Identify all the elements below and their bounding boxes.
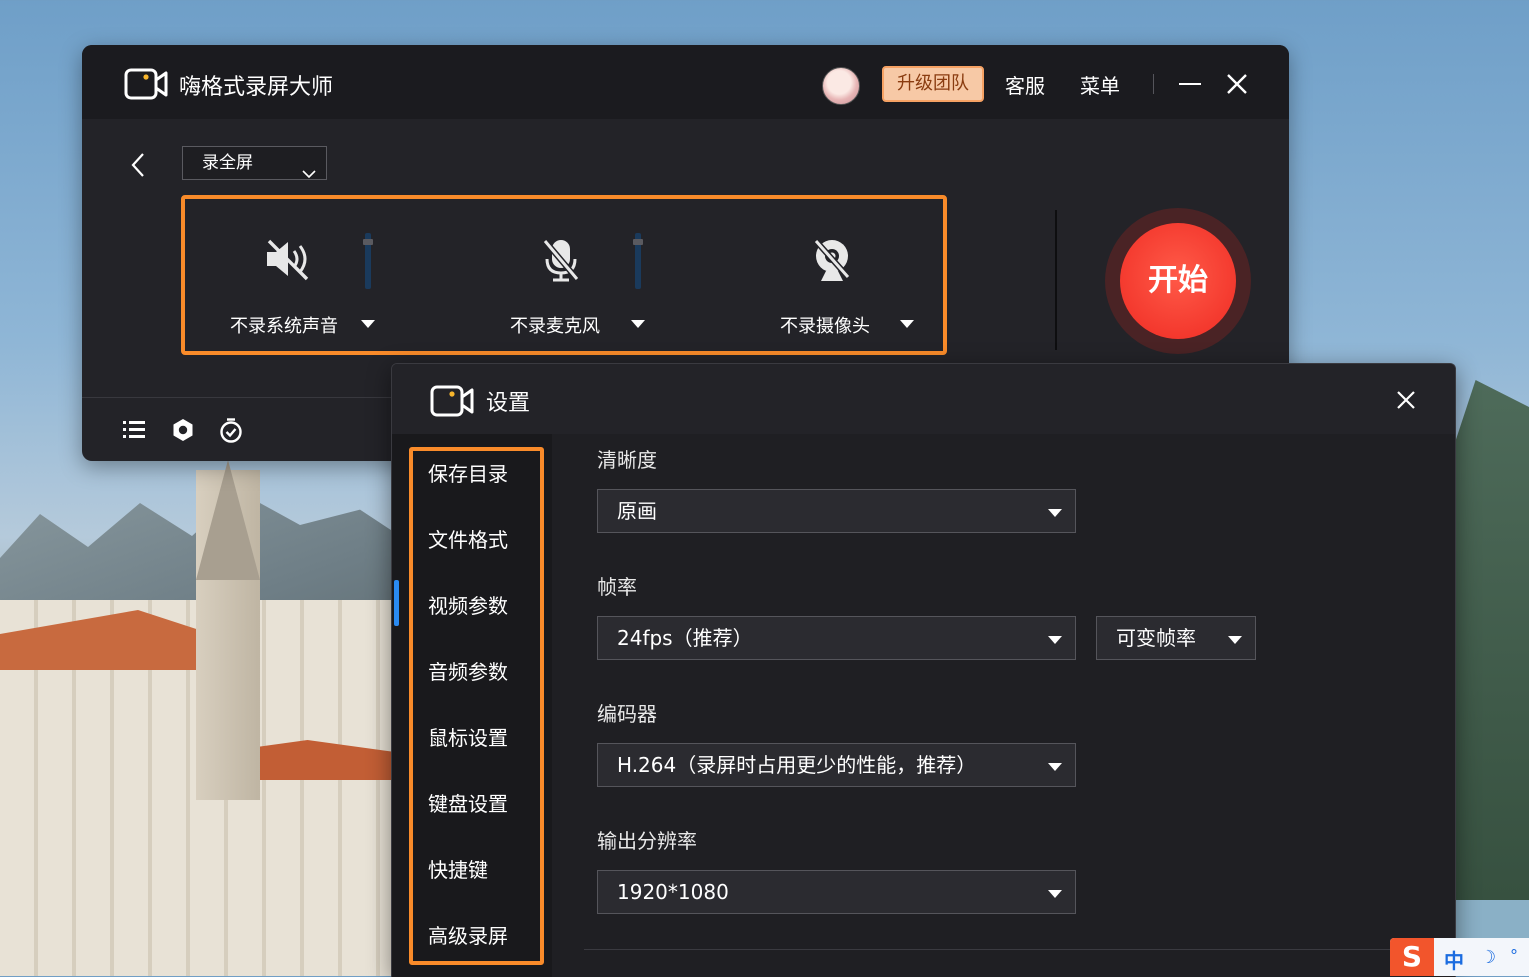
sogou-logo-icon: S — [1390, 938, 1434, 976]
encoder-value: H.264（录屏时占用更少的性能，推荐） — [617, 753, 977, 777]
titlebar-divider — [1153, 74, 1154, 94]
video-camera-logo-icon — [430, 384, 474, 422]
encoder-label: 编码器 — [597, 702, 657, 726]
framerate-value: 24fps（推荐） — [617, 626, 753, 650]
app-title: 嗨格式录屏大师 — [179, 75, 334, 100]
camera-control[interactable]: 不录摄像头 — [755, 199, 945, 351]
timer-icon[interactable] — [219, 418, 243, 448]
clarity-value: 原画 — [617, 499, 657, 523]
settings-header: 设置 — [392, 364, 1455, 434]
caret-down-icon — [1048, 763, 1062, 771]
framerate-mode-value: 可变帧率 — [1116, 626, 1196, 650]
minimize-icon[interactable] — [1179, 83, 1201, 85]
list-icon[interactable] — [122, 418, 146, 444]
moon-icon[interactable]: ☽ — [1480, 947, 1496, 968]
capture-source-controls: 不录系统声音 不录麦克风 不录摄像头 — [181, 195, 947, 355]
framerate-select[interactable]: 24fps（推荐） — [597, 616, 1076, 660]
clarity-label: 清晰度 — [597, 448, 657, 472]
chevron-down-icon — [302, 158, 316, 190]
sidebar-item-advanced-recording[interactable]: 高级录屏 — [428, 920, 508, 949]
menu-link[interactable]: 菜单 — [1080, 70, 1120, 99]
sidebar-item-video-params[interactable]: 视频参数 — [428, 590, 508, 619]
video-camera-logo-icon — [124, 67, 168, 105]
caret-down-icon[interactable] — [361, 320, 375, 328]
settings-sidebar: 保存目录 文件格式 视频参数 音频参数 鼠标设置 键盘设置 快捷键 高级录屏 — [392, 434, 552, 977]
sidebar-item-keyboard-settings[interactable]: 键盘设置 — [428, 788, 508, 817]
caret-down-icon — [1228, 636, 1242, 644]
clarity-select[interactable]: 原画 — [597, 489, 1076, 533]
framerate-mode-select[interactable]: 可变帧率 — [1096, 616, 1256, 660]
system-audio-label: 不录系统声音 — [230, 316, 338, 337]
system-volume-slider[interactable] — [363, 233, 373, 289]
title-bar: 嗨格式录屏大师 升级团队 客服 菜单 — [82, 45, 1289, 119]
punctuation-icon[interactable]: ° — [1510, 946, 1518, 965]
close-icon[interactable] — [1396, 390, 1416, 414]
framerate-label: 帧率 — [597, 575, 637, 599]
start-button-ring: 开始 — [1105, 208, 1251, 354]
system-audio-control[interactable]: 不录系统声音 — [185, 199, 445, 351]
start-record-button[interactable]: 开始 — [1120, 223, 1236, 339]
resolution-select[interactable]: 1920*1080 — [597, 870, 1076, 914]
caret-down-icon — [1048, 636, 1062, 644]
caret-down-icon — [1048, 509, 1062, 517]
camera-label: 不录摄像头 — [780, 316, 870, 337]
sidebar-item-audio-params[interactable]: 音频参数 — [428, 656, 508, 685]
caret-down-icon — [1048, 890, 1062, 898]
avatar[interactable] — [822, 67, 860, 105]
microphone-control[interactable]: 不录麦克风 — [485, 199, 685, 351]
vertical-divider — [1055, 210, 1057, 350]
sidebar-item-mouse-settings[interactable]: 鼠标设置 — [428, 722, 508, 751]
caret-down-icon[interactable] — [900, 320, 914, 328]
settings-dialog: 设置 保存目录 文件格式 视频参数 音频参数 鼠标设置 键盘设置 快捷键 高级录… — [391, 363, 1456, 977]
resolution-label: 输出分辨率 — [597, 829, 697, 853]
record-mode-select[interactable]: 录全屏 — [182, 146, 327, 180]
mic-muted-icon — [541, 237, 581, 287]
resolution-value: 1920*1080 — [617, 880, 729, 904]
ime-toolbar[interactable]: S 中 ☽ ° — [1390, 938, 1529, 976]
customer-service-link[interactable]: 客服 — [1005, 70, 1045, 99]
close-icon[interactable] — [1226, 73, 1248, 99]
settings-gear-icon[interactable] — [171, 418, 195, 446]
ime-mode-indicator[interactable]: 中 — [1444, 945, 1464, 974]
camera-off-icon — [811, 237, 853, 287]
caret-down-icon[interactable] — [631, 320, 645, 328]
section-divider — [584, 949, 1454, 950]
mic-volume-slider[interactable] — [633, 233, 643, 289]
sidebar-item-hotkeys[interactable]: 快捷键 — [428, 854, 488, 883]
microphone-label: 不录麦克风 — [510, 316, 600, 337]
sidebar-item-save-directory[interactable]: 保存目录 — [428, 458, 508, 487]
record-mode-value: 录全屏 — [202, 153, 253, 173]
encoder-select[interactable]: H.264（录屏时占用更少的性能，推荐） — [597, 743, 1076, 787]
upgrade-team-button[interactable]: 升级团队 — [882, 66, 984, 102]
active-indicator — [394, 580, 399, 626]
back-arrow-icon[interactable] — [130, 152, 146, 182]
speaker-muted-icon — [263, 237, 315, 285]
sidebar-item-file-format[interactable]: 文件格式 — [428, 524, 508, 553]
settings-title: 设置 — [486, 391, 531, 416]
